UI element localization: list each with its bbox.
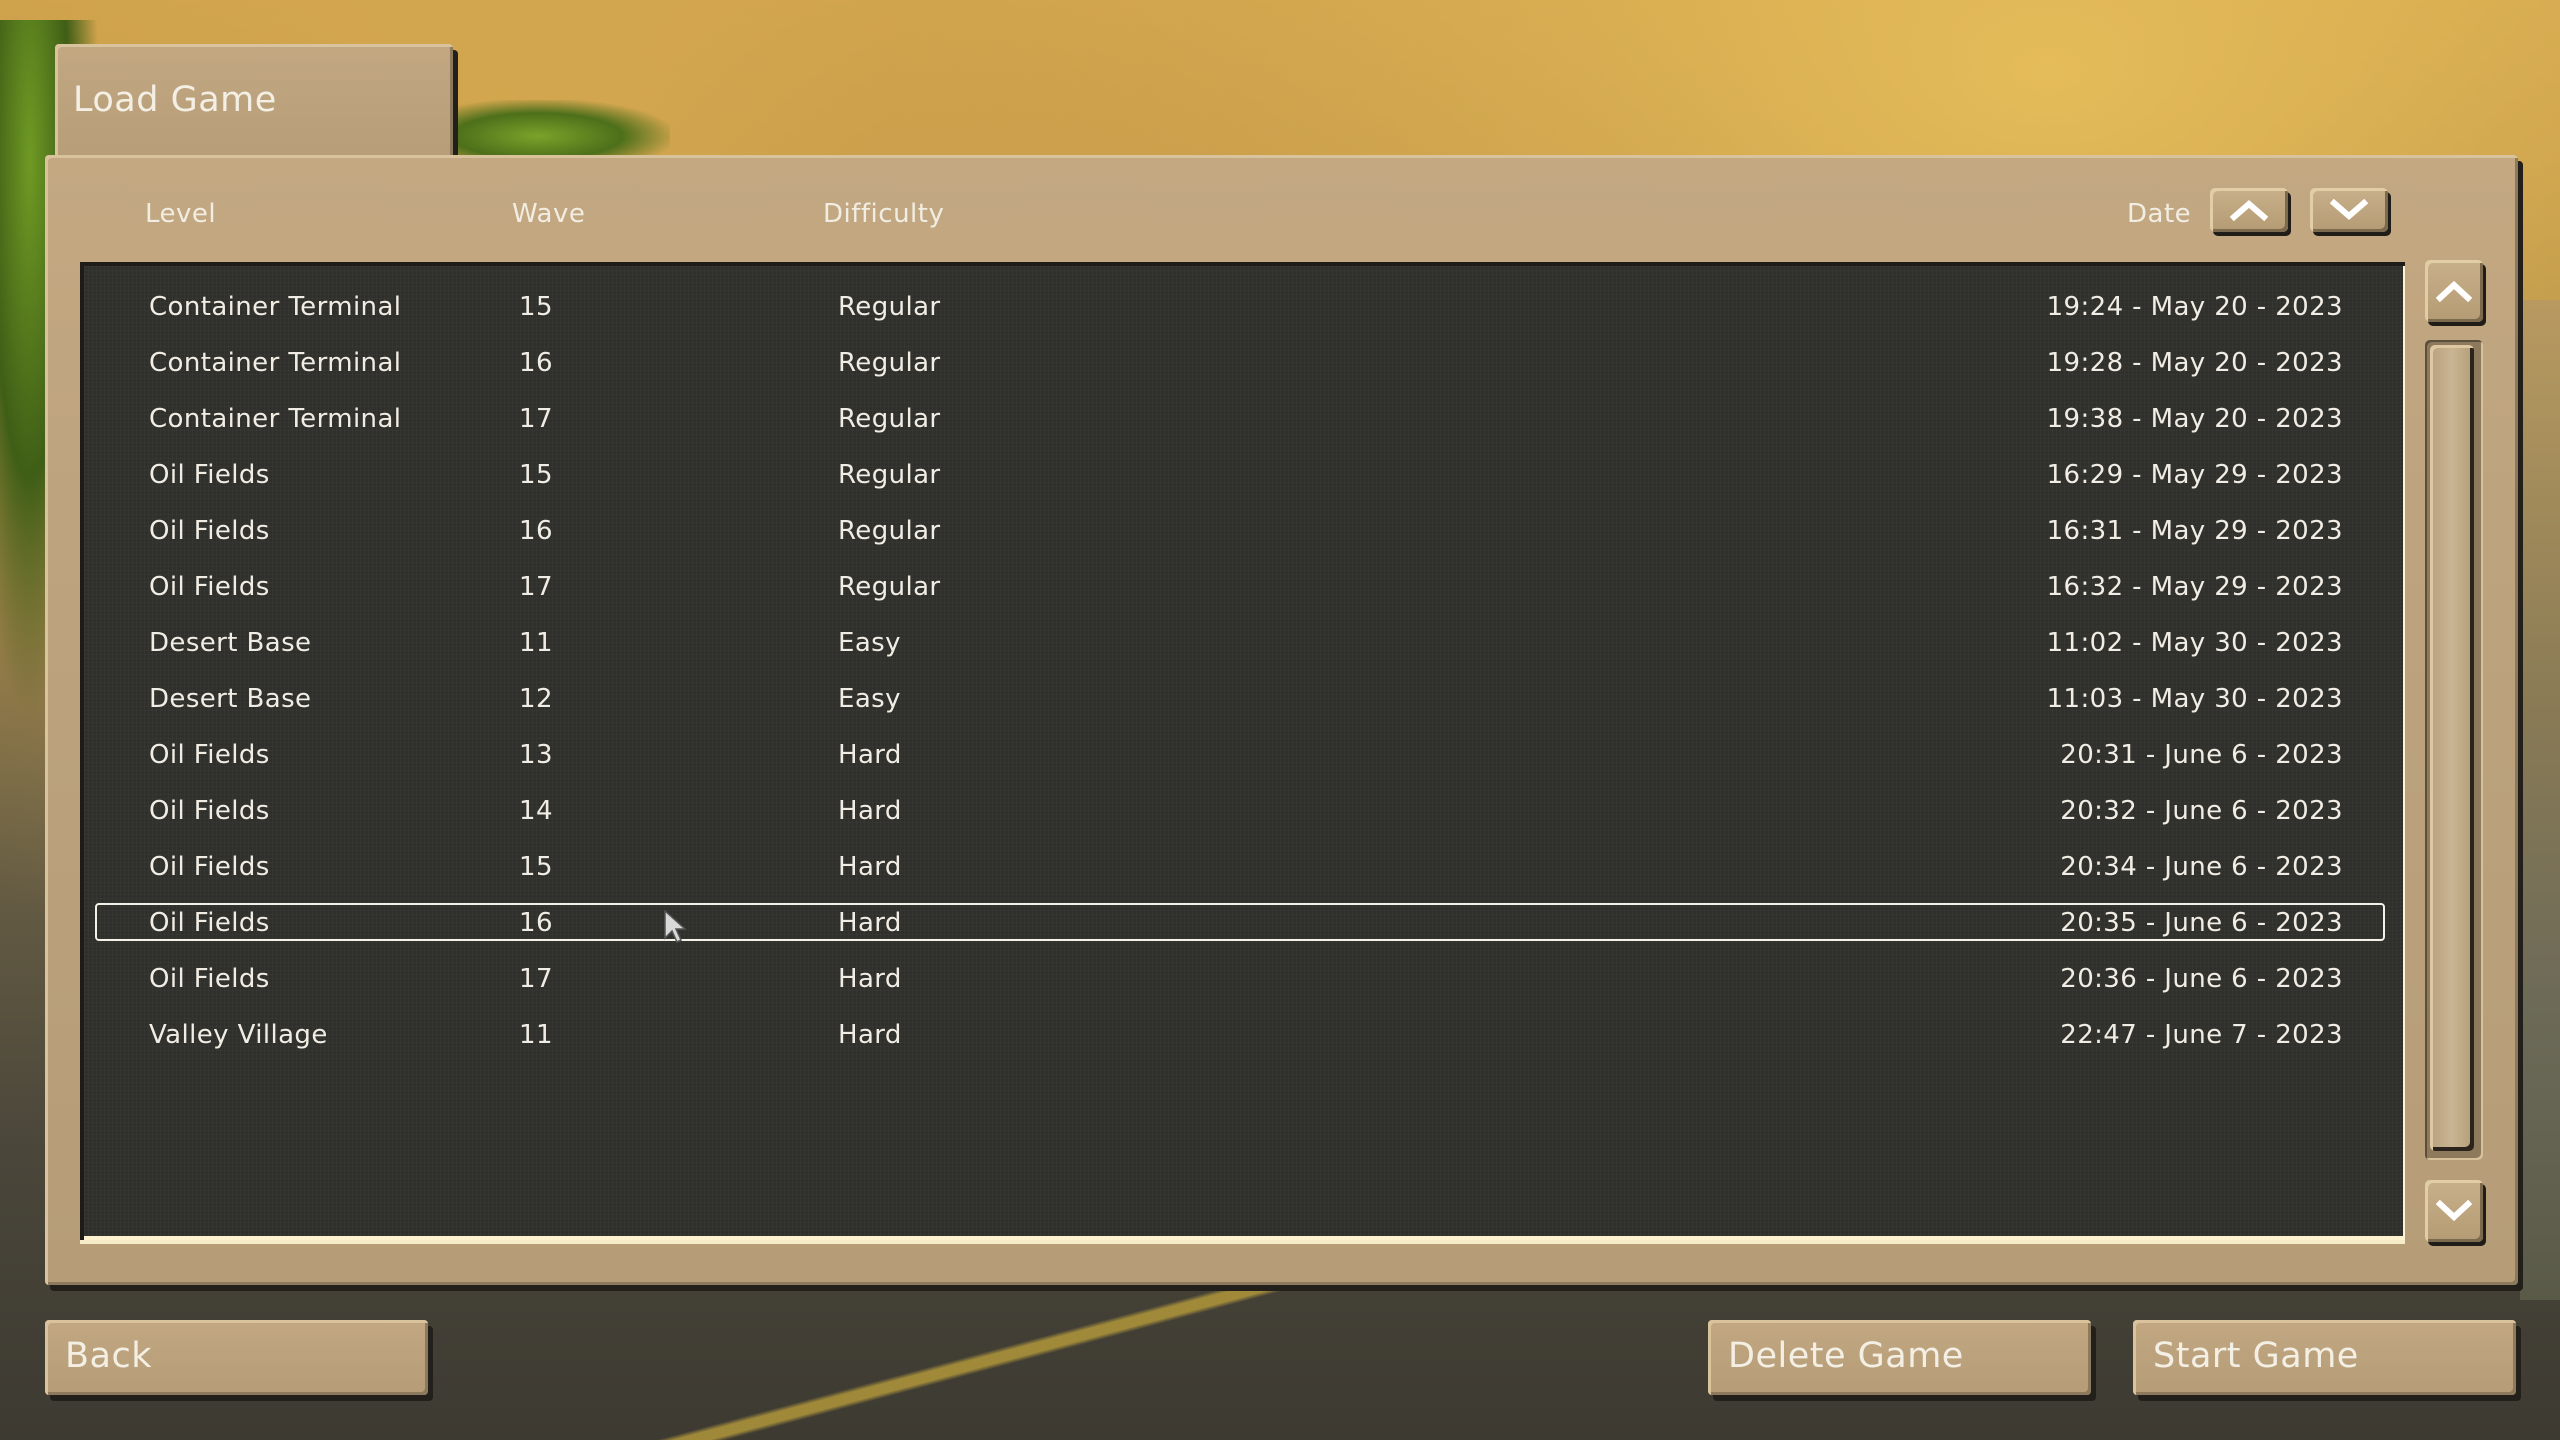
save-row[interactable]: Desert Base 12 Easy 11:03 - May 30 - 2023 — [95, 679, 2385, 717]
date-cell: 22:47 - June 7 - 2023 — [2060, 1020, 2343, 1050]
wave-cell: 15 — [519, 292, 553, 322]
difficulty-cell: Hard — [838, 1020, 902, 1050]
date-cell: 20:34 - June 6 - 2023 — [2060, 852, 2343, 882]
wave-cell: 11 — [519, 1020, 553, 1050]
save-row[interactable]: Oil Fields 17 Regular 16:32 - May 29 - 2023 — [95, 567, 2385, 605]
save-row[interactable]: Oil Fields 16 Regular 16:31 - May 29 - 2023 — [95, 511, 2385, 549]
level-cell: Valley Village — [149, 1020, 328, 1050]
save-row[interactable]: Oil Fields 15 Regular 16:29 - May 29 - 2023 — [95, 455, 2385, 493]
date-cell: 11:03 - May 30 - 2023 — [2046, 684, 2343, 714]
date-cell: 20:32 - June 6 - 2023 — [2060, 796, 2343, 826]
wave-cell: 17 — [519, 404, 553, 434]
wave-cell: 16 — [519, 348, 553, 378]
level-cell: Oil Fields — [149, 572, 270, 602]
scroll-up-button[interactable] — [2425, 260, 2483, 322]
date-cell: 16:31 - May 29 - 2023 — [2046, 516, 2343, 546]
difficulty-cell: Hard — [838, 740, 902, 770]
save-row[interactable]: Desert Base 11 Easy 11:02 - May 30 - 2023 — [95, 623, 2385, 661]
chevron-up-icon — [2436, 280, 2472, 302]
difficulty-cell: Hard — [838, 964, 902, 994]
sort-date-descending-button[interactable] — [2310, 188, 2388, 232]
chevron-up-icon — [2230, 200, 2268, 221]
difficulty-cell: Regular — [838, 348, 941, 378]
wave-cell: 15 — [519, 460, 553, 490]
save-row[interactable]: Container Terminal 17 Regular 19:38 - May 2… — [95, 399, 2385, 437]
start-game-button-label: Start Game — [2153, 1336, 2359, 1376]
level-cell: Oil Fields — [149, 852, 270, 882]
column-header-difficulty: Difficulty — [823, 199, 945, 229]
save-row[interactable]: Valley Village 11 Hard 22:47 - June 7 - 202… — [95, 1015, 2385, 1053]
wave-cell: 14 — [519, 796, 553, 826]
column-header-wave: Wave — [512, 199, 586, 229]
back-button[interactable]: Back — [45, 1320, 428, 1395]
level-cell: Oil Fields — [149, 964, 270, 994]
difficulty-cell: Regular — [838, 516, 941, 546]
load-game-panel: Level Wave Difficulty Date Container Ter… — [45, 155, 2518, 1285]
level-cell: Oil Fields — [149, 796, 270, 826]
date-cell: 20:35 - June 6 - 2023 — [2060, 908, 2343, 938]
level-cell: Desert Base — [149, 684, 312, 714]
background-scenery — [2520, 300, 2560, 1300]
save-row[interactable]: Oil Fields 13 Hard 20:31 - June 6 - 2023 — [95, 735, 2385, 773]
save-row[interactable]: Oil Fields 15 Hard 20:34 - June 6 - 2023 — [95, 847, 2385, 885]
date-cell: 16:29 - May 29 - 2023 — [2046, 460, 2343, 490]
mouse-cursor-icon — [664, 910, 686, 944]
date-cell: 16:32 - May 29 - 2023 — [2046, 572, 2343, 602]
wave-cell: 16 — [519, 908, 553, 938]
date-cell: 20:31 - June 6 - 2023 — [2060, 740, 2343, 770]
difficulty-cell: Easy — [838, 628, 901, 658]
wave-cell: 17 — [519, 964, 553, 994]
level-cell: Container Terminal — [149, 404, 402, 434]
save-row[interactable]: Container Terminal 16 Regular 19:28 - May 2… — [95, 343, 2385, 381]
column-header-level: Level — [145, 199, 217, 229]
save-row[interactable]: Oil Fields 17 Hard 20:36 - June 6 - 2023 — [95, 959, 2385, 997]
scroll-down-button[interactable] — [2425, 1180, 2483, 1242]
level-cell: Oil Fields — [149, 908, 270, 938]
difficulty-cell: Regular — [838, 404, 941, 434]
date-cell: 20:36 - June 6 - 2023 — [2060, 964, 2343, 994]
save-row-selected[interactable]: Oil Fields 16 Hard 20:35 - June 6 - 2023 — [95, 903, 2385, 941]
wave-cell: 12 — [519, 684, 553, 714]
date-cell: 11:02 - May 30 - 2023 — [2046, 628, 2343, 658]
wave-cell: 16 — [519, 516, 553, 546]
sort-date-ascending-button[interactable] — [2210, 188, 2288, 232]
level-cell: Oil Fields — [149, 460, 270, 490]
column-header-date: Date — [2127, 199, 2192, 229]
saved-games-list[interactable]: Container Terminal 15 Regular 19:24 - May 2… — [80, 262, 2405, 1244]
back-button-label: Back — [65, 1336, 152, 1376]
difficulty-cell: Hard — [838, 852, 902, 882]
wave-cell: 17 — [519, 572, 553, 602]
scrollbar-track[interactable] — [2425, 340, 2483, 1160]
chevron-down-icon — [2330, 199, 2368, 220]
save-row[interactable]: Oil Fields 14 Hard 20:32 - June 6 - 2023 — [95, 791, 2385, 829]
difficulty-cell: Hard — [838, 908, 902, 938]
difficulty-cell: Regular — [838, 292, 941, 322]
wave-cell: 11 — [519, 628, 553, 658]
date-cell: 19:38 - May 20 - 2023 — [2046, 404, 2343, 434]
wave-cell: 13 — [519, 740, 553, 770]
save-row[interactable]: Container Terminal 15 Regular 19:24 - May 2… — [95, 287, 2385, 325]
difficulty-cell: Hard — [838, 796, 902, 826]
background-road — [600, 1290, 1800, 1440]
difficulty-cell: Easy — [838, 684, 901, 714]
difficulty-cell: Regular — [838, 460, 941, 490]
date-cell: 19:28 - May 20 - 2023 — [2046, 348, 2343, 378]
level-cell: Desert Base — [149, 628, 312, 658]
scrollbar-thumb[interactable] — [2430, 345, 2474, 1151]
delete-game-button[interactable]: Delete Game — [1708, 1320, 2091, 1395]
date-cell: 19:24 - May 20 - 2023 — [2046, 292, 2343, 322]
chevron-down-icon — [2436, 1200, 2472, 1222]
background-palm-leaves — [450, 100, 670, 160]
wave-cell: 15 — [519, 852, 553, 882]
level-cell: Oil Fields — [149, 740, 270, 770]
level-cell: Container Terminal — [149, 292, 402, 322]
start-game-button[interactable]: Start Game — [2133, 1320, 2516, 1395]
level-cell: Container Terminal — [149, 348, 402, 378]
delete-game-button-label: Delete Game — [1728, 1336, 1964, 1376]
window-title: Load Game — [73, 80, 277, 120]
difficulty-cell: Regular — [838, 572, 941, 602]
level-cell: Oil Fields — [149, 516, 270, 546]
